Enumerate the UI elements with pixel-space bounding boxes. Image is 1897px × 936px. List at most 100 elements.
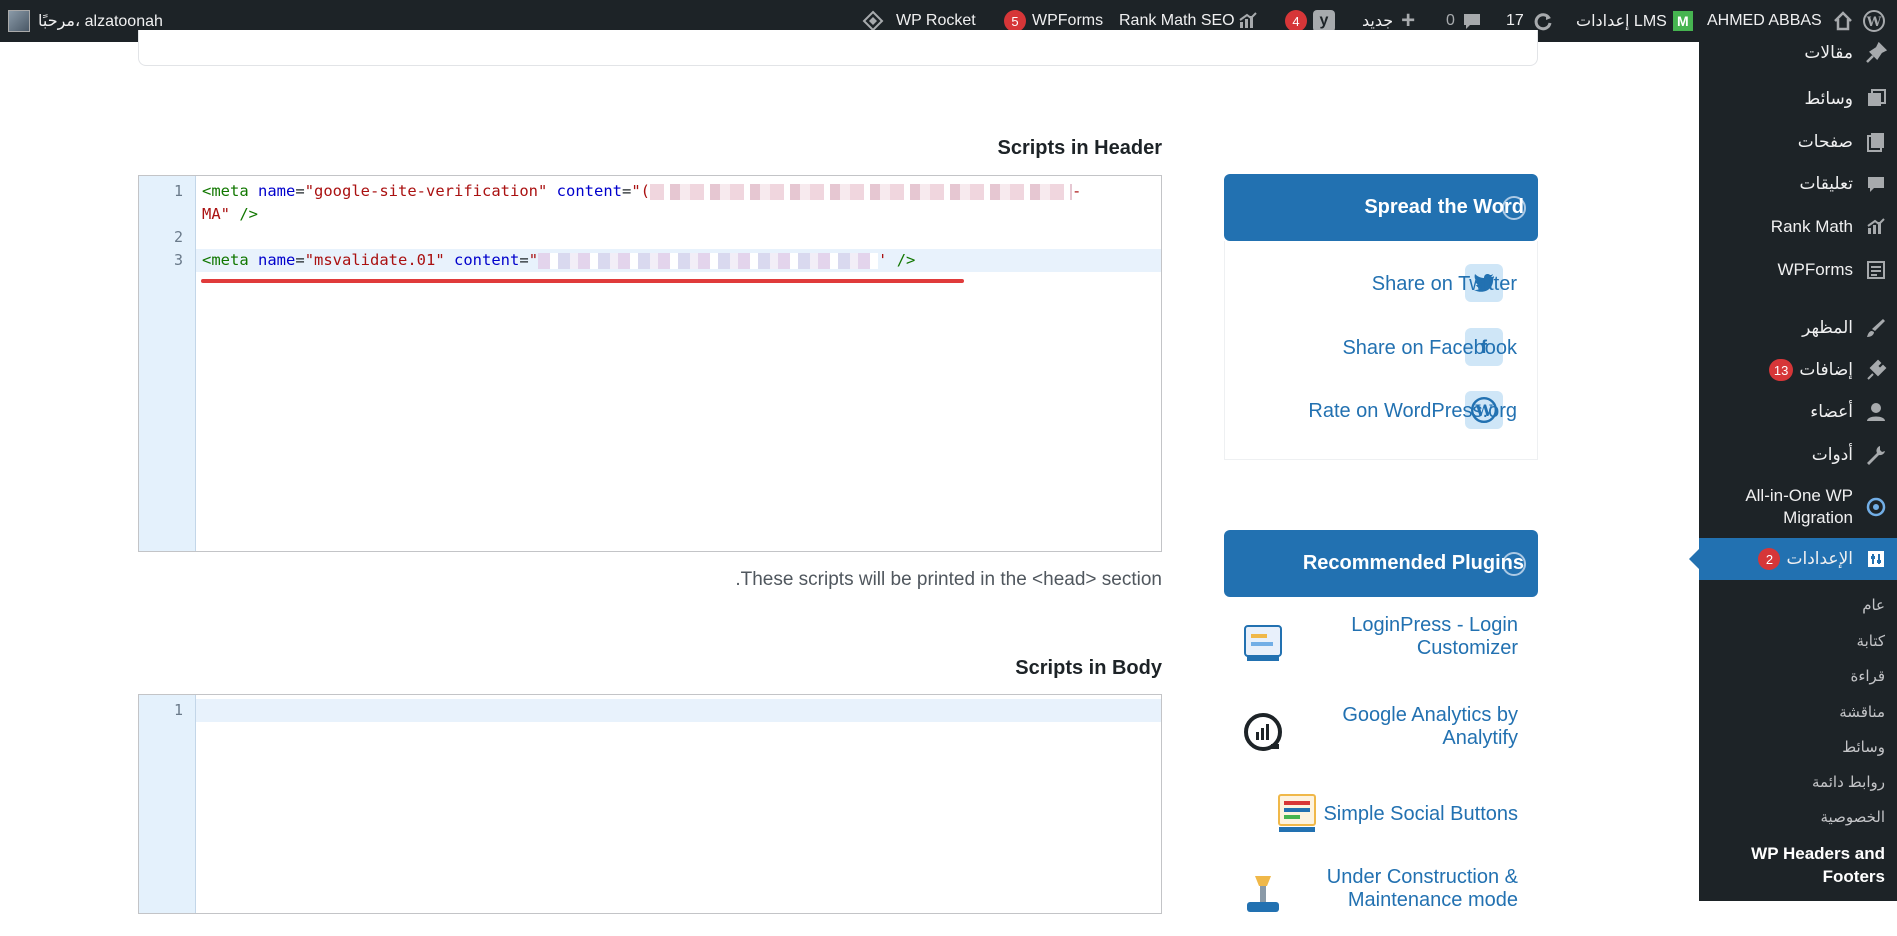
plugin-link[interactable]: Simple Social Buttons — [1318, 803, 1518, 826]
pages-icon — [1867, 133, 1884, 152]
sidebar-item-label: إضافات — [1799, 360, 1853, 379]
recommended-widget-title: Recommended Plugins — [1302, 552, 1524, 574]
recommended-plugins-widget: Recommended Plugins LoginPress - Login C… — [1224, 530, 1538, 912]
sidebar-item-label: تعليقات — [1799, 174, 1853, 193]
code-string: ' — [878, 251, 888, 269]
sidebar-item-label: أعضاء — [1810, 402, 1853, 421]
recommended-widget-header: Recommended Plugins — [1224, 530, 1538, 597]
sidebar-item-label: WPForms — [1777, 260, 1853, 279]
plugin-link[interactable]: Under Construction & Maintenance mode — [1298, 866, 1518, 912]
code-attr: name — [258, 182, 296, 200]
code-attr: content — [454, 251, 520, 269]
sidebar-item-wpforms[interactable]: WPForms — [1699, 254, 1897, 286]
header-scripts-help: .These scripts will be printed in the <h… — [735, 569, 1162, 590]
spread-widget-body: Share on Twitter f Share on Facebook W R… — [1224, 241, 1538, 460]
sidebar-item-comments[interactable]: تعليقات — [1699, 168, 1897, 200]
line-number: 3 — [173, 251, 183, 269]
wp-rocket-label: WP Rocket — [896, 12, 976, 29]
wpforms-badge: 5 — [1004, 10, 1026, 32]
plugins-badge: 13 — [1768, 359, 1794, 381]
header-scripts-editor[interactable]: 1 2 3 <meta name="google-site-verificati… — [138, 175, 1162, 552]
red-underline-annotation — [201, 279, 964, 283]
plugin-item[interactable]: Under Construction & Maintenance mode — [1224, 866, 1538, 936]
sidebar-item-label: All-in-One WP Migration — [1745, 486, 1853, 527]
comments-icon — [1868, 177, 1884, 192]
sidebar-item-tools[interactable]: أدوات — [1699, 439, 1897, 471]
top-notice-box — [138, 30, 1538, 66]
avatar — [8, 10, 30, 32]
line-number: 1 — [173, 701, 183, 719]
settings-badge: 2 — [1758, 548, 1781, 570]
plugin-item[interactable]: Google Analytics by Analytify — [1224, 704, 1538, 774]
settings-pointer — [1689, 549, 1699, 569]
submenu-privacy[interactable]: الخصوصية — [1821, 808, 1885, 826]
wp-logo-menu[interactable]: W — [1863, 0, 1885, 42]
appearance-icon — [1867, 319, 1885, 337]
submenu-media[interactable]: وسائط — [1842, 738, 1885, 756]
submenu-writing[interactable]: كتابة — [1857, 632, 1885, 650]
home-icon — [1833, 11, 1852, 31]
sidebar-item-plugins[interactable]: 13 إضافات — [1699, 354, 1897, 386]
admin-sidebar: مقالات وسائط صفحات تعليقات Rank Math WPF… — [1689, 42, 1897, 901]
comment-bubble-icon — [1463, 14, 1480, 29]
submenu-permalinks[interactable]: روابط دائمة — [1812, 773, 1885, 791]
submenu-general[interactable]: عام — [1862, 596, 1885, 614]
body-scripts-editor[interactable]: 1 — [138, 694, 1162, 914]
comments-count: 0 — [1446, 12, 1455, 29]
my-account-menu[interactable]: AHMED ABBAS — [1707, 0, 1854, 42]
lms-icon: M — [1672, 11, 1693, 31]
share-twitter-link[interactable]: Share on Twitter — [1372, 273, 1517, 296]
yoast-badge: 4 — [1285, 10, 1307, 32]
users-icon — [1867, 403, 1885, 421]
analytify-icon — [1241, 710, 1285, 754]
sidebar-item-appearance[interactable]: المظهر — [1699, 312, 1897, 344]
code-tag: /> — [896, 251, 916, 269]
sidebar-item-label: الإعدادات — [1786, 549, 1853, 568]
sidebar-item-label: المظهر — [1802, 318, 1853, 337]
sidebar-item-label: Rank Math — [1770, 217, 1853, 236]
plugin-link[interactable]: LoginPress - Login Customizer — [1318, 614, 1518, 660]
code-tag: /> — [239, 205, 259, 223]
line-gutter: 1 — [139, 695, 196, 913]
sidebar-item-users[interactable]: أعضاء — [1699, 396, 1897, 428]
plugin-link[interactable]: Google Analytics by Analytify — [1318, 704, 1518, 750]
code-attr: content — [556, 182, 622, 200]
plugin-item[interactable]: Simple Social Buttons — [1224, 791, 1538, 841]
sidebar-item-pages[interactable]: صفحات — [1699, 126, 1897, 158]
plugins-icon — [1867, 359, 1887, 380]
sidebar-item-rank-math[interactable]: Rank Math — [1699, 211, 1897, 243]
wpforms-icon — [1867, 261, 1885, 279]
share-facebook-link[interactable]: Share on Facebook — [1342, 337, 1517, 360]
spread-widget-header: Spread the Word — [1224, 174, 1538, 241]
pin-icon — [1866, 42, 1887, 63]
settings-icon — [1868, 551, 1884, 567]
tools-icon — [1867, 446, 1885, 465]
code-line-1-wrap[interactable]: MA" /> — [196, 203, 1161, 226]
sidebar-item-label: وسائط — [1804, 89, 1853, 108]
line-gutter: 1 2 3 — [139, 176, 196, 551]
plugin-item[interactable]: LoginPress - Login Customizer — [1224, 614, 1538, 684]
recommended-widget-body: LoginPress - Login Customizer Google Ana… — [1224, 597, 1538, 912]
submenu-wp-headers-footers[interactable]: WP Headers and Footers — [1735, 842, 1885, 888]
sidebar-item-migration[interactable]: All-in-One WP Migration — [1699, 482, 1897, 532]
rank-math-icon — [1239, 12, 1257, 28]
code-string: "google-site-verification" — [304, 182, 548, 200]
sidebar-item-media[interactable]: وسائط — [1699, 83, 1897, 115]
code-line-1[interactable] — [196, 699, 1161, 722]
code-line-3[interactable]: <meta name="msvalidate.01" content=" ' /> — [196, 249, 1161, 272]
code-attr: name — [258, 251, 296, 269]
greeting: مرحبًا، alzatoonah — [38, 13, 163, 30]
code-line-1[interactable]: <meta name="google-site-verification" co… — [196, 180, 1161, 203]
lms-settings-menu[interactable]: إعدادات LMS M — [1576, 0, 1693, 42]
submenu-reading[interactable]: قراءة — [1850, 667, 1885, 685]
sidebar-item-label: مقالات — [1804, 43, 1853, 62]
submenu-discussion[interactable]: مناقشة — [1839, 703, 1885, 721]
rank-math-label: Rank Math SEO — [1119, 12, 1235, 29]
rate-wordpress-link[interactable]: Rate on WordPress.org — [1308, 400, 1517, 423]
sidebar-item-label: صفحات — [1797, 132, 1853, 151]
media-icon — [1868, 89, 1886, 106]
user-name: AHMED ABBAS — [1707, 12, 1822, 29]
spread-the-word-widget: Spread the Word Share on Twitter f Share… — [1224, 174, 1538, 460]
sidebar-item-posts[interactable]: مقالات — [1699, 42, 1897, 64]
sidebar-item-settings[interactable]: 2 الإعدادات — [1699, 538, 1897, 580]
